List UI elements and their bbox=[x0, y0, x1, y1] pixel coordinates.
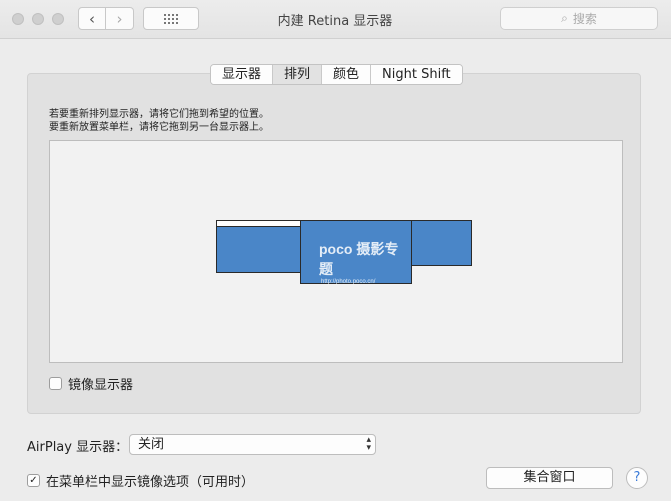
airplay-selected-value: 关闭 bbox=[138, 437, 165, 452]
zoom-window-button[interactable] bbox=[52, 13, 64, 25]
tab-night-shift[interactable]: Night Shift bbox=[370, 65, 462, 84]
display-arrangement-area: poco 摄影专题 http://photo.poco.cn/ bbox=[49, 140, 623, 363]
arrangement-instructions: 若要重新排列显示器，请将它们拖到希望的位置。 要重新放置菜单栏，请将它拖到另一台… bbox=[49, 108, 269, 134]
title-bar: ‹ › 内建 Retina 显示器 ⌕ 搜索 bbox=[0, 0, 671, 39]
airplay-select[interactable]: 关闭 ▴ ▾ bbox=[129, 434, 376, 455]
airplay-label: AirPlay 显示器： bbox=[27, 440, 129, 455]
tab-arrangement[interactable]: 排列 bbox=[272, 65, 322, 84]
minimize-window-button[interactable] bbox=[32, 13, 44, 25]
close-window-button[interactable] bbox=[12, 13, 24, 25]
watermark: poco 摄影专题 http://photo.poco.cn/ bbox=[319, 239, 411, 285]
chevron-right-icon: › bbox=[116, 9, 123, 28]
show-mirroring-option[interactable]: ✓ 在菜单栏中显示镜像选项（可用时） bbox=[27, 471, 254, 490]
display-center[interactable]: poco 摄影专题 http://photo.poco.cn/ bbox=[300, 220, 412, 285]
grid-icon bbox=[164, 13, 178, 24]
instruction-line-2: 要重新放置菜单栏，请将它拖到另一台显示器上。 bbox=[49, 122, 269, 133]
show-all-button[interactable] bbox=[143, 7, 199, 30]
help-button[interactable]: ? bbox=[626, 467, 648, 489]
preferences-window: ‹ › 内建 Retina 显示器 ⌕ 搜索 显示器 排列 颜色 Night S… bbox=[0, 0, 671, 501]
window-title: 内建 Retina 显示器 bbox=[277, 14, 393, 29]
mirror-displays-checkbox[interactable] bbox=[49, 377, 62, 390]
tab-color[interactable]: 颜色 bbox=[321, 65, 371, 84]
show-mirroring-checkbox[interactable]: ✓ bbox=[27, 474, 40, 487]
forward-button[interactable]: › bbox=[106, 7, 134, 30]
chevron-up-down-icon: ▴ ▾ bbox=[366, 435, 371, 453]
gather-windows-button[interactable]: 集合窗口 bbox=[486, 467, 613, 489]
instruction-line-1: 若要重新排列显示器，请将它们拖到希望的位置。 bbox=[49, 109, 269, 120]
watermark-brand: poco 摄影专题 bbox=[319, 241, 399, 277]
tab-bar: 显示器 排列 颜色 Night Shift bbox=[210, 64, 463, 85]
search-field[interactable]: ⌕ 搜索 bbox=[500, 7, 658, 30]
display-right[interactable] bbox=[411, 220, 472, 266]
mirror-displays-option[interactable]: 镜像显示器 bbox=[49, 374, 133, 393]
search-placeholder: 搜索 bbox=[572, 12, 597, 26]
navigation-buttons: ‹ › bbox=[78, 7, 134, 30]
show-mirroring-label: 在菜单栏中显示镜像选项（可用时） bbox=[46, 475, 255, 490]
watermark-url: http://photo.poco.cn/ bbox=[321, 279, 376, 285]
checkmark-icon: ✓ bbox=[29, 474, 38, 486]
chevron-left-icon: ‹ bbox=[89, 9, 95, 28]
back-button[interactable]: ‹ bbox=[78, 7, 106, 30]
search-icon: ⌕ bbox=[561, 11, 568, 25]
tab-display[interactable]: 显示器 bbox=[211, 65, 273, 84]
display-left[interactable] bbox=[216, 226, 301, 273]
mirror-displays-label: 镜像显示器 bbox=[68, 378, 134, 393]
